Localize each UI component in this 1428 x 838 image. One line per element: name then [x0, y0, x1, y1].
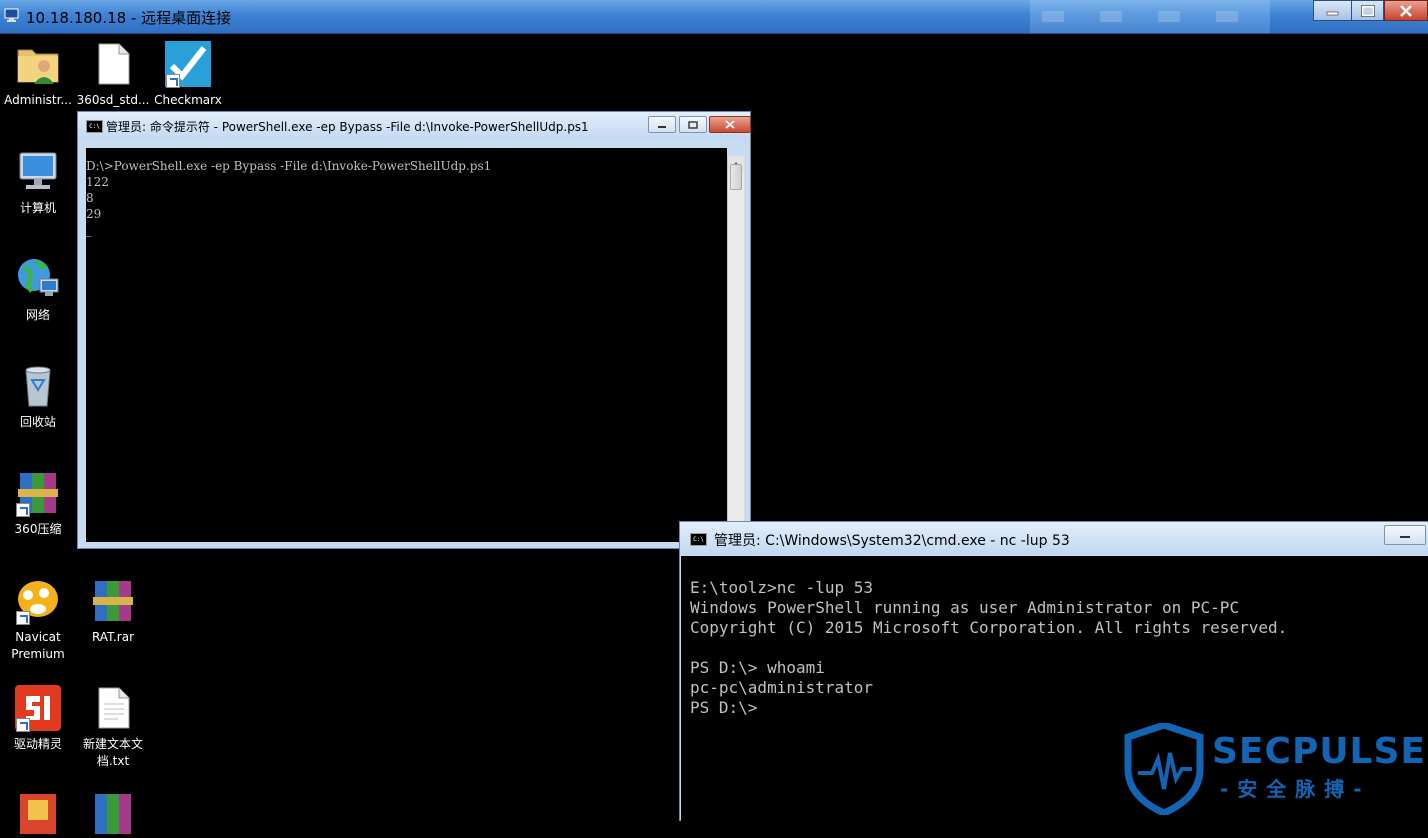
minimize-icon [1400, 536, 1410, 538]
desktop-icon-partial[interactable] [1, 790, 75, 838]
rdp-connection-bar-ghost [1030, 0, 1270, 33]
desktop-icon-label: RAT.rar [91, 630, 135, 644]
rdp-minimize-button[interactable] [1313, 0, 1352, 21]
computer-icon [19, 152, 57, 189]
nc-window-titlebar[interactable]: C:\ 管理员: C:\Windows\System32\cmd.exe - n… [680, 522, 1428, 555]
shortcut-arrow-icon [16, 718, 30, 732]
desktop-icon-recycle-bin[interactable]: 回收站 [1, 362, 75, 431]
recycle-bin-icon [25, 366, 51, 407]
desktop-icon-checkmarx[interactable]: Checkmarx [151, 40, 225, 109]
archive-books-icon [93, 581, 133, 621]
powershell-minimize-button[interactable] [648, 116, 676, 133]
desktop-icon-label: Navicat Premium [11, 630, 65, 661]
powershell-window-title: 管理员: 命令提示符 - PowerShell.exe -ep Bypass -… [106, 120, 589, 134]
desktop-icon-driver-genius[interactable]: 驱动精灵 [1, 684, 75, 753]
scroll-thumb[interactable] [730, 164, 742, 190]
folder-icon [20, 794, 56, 834]
shortcut-arrow-icon [16, 611, 30, 625]
shortcut-arrow-icon [16, 503, 30, 517]
remote-desktop-icon [4, 8, 19, 22]
shortcut-arrow-icon [166, 74, 180, 88]
powershell-console-output-area[interactable]: D:\>PowerShell.exe -ep Bypass -File d:\I… [86, 148, 727, 542]
maximize-icon [688, 120, 698, 129]
console-icon: C:\ [86, 120, 103, 133]
network-globe-icon [18, 259, 59, 296]
shield-logo-icon [1124, 723, 1204, 815]
close-icon [1400, 4, 1412, 17]
desktop-icon-network[interactable]: 网络 [1, 255, 75, 324]
desktop-icon-label: Administr... [4, 93, 72, 107]
nc-minimize-button[interactable] [1384, 525, 1426, 545]
powershell-maximize-button[interactable] [679, 116, 707, 133]
desktop-icon-label: 回收站 [19, 415, 56, 429]
text-file-icon [98, 687, 130, 729]
watermark-brand: SECPULSE [1212, 731, 1427, 772]
console-icon: C:\ [690, 533, 707, 546]
desktop-icon-rat-rar[interactable]: RAT.rar [76, 577, 150, 646]
desktop-icon-label: 新建文本文档.txt [82, 737, 143, 768]
powershell-console-output: D:\>PowerShell.exe -ep Bypass -File d:\I… [86, 159, 492, 237]
desktop-icon-navicat[interactable]: Navicat Premium [1, 577, 75, 663]
desktop-icon-label: 网络 [25, 308, 50, 322]
desktop-icon-label: 360压缩 [14, 522, 62, 536]
watermark-tagline: -安全脉搏- [1220, 777, 1371, 801]
powershell-close-button[interactable] [709, 116, 751, 133]
powershell-window-titlebar[interactable]: C:\ 管理员: 命令提示符 - PowerShell.exe -ep Bypa… [78, 112, 751, 140]
rdp-maximize-button[interactable] [1351, 0, 1384, 21]
maximize-icon [1360, 4, 1375, 17]
desktop-icon-360zip[interactable]: 360压缩 [1, 469, 75, 538]
desktop-icon-new-text-doc[interactable]: 新建文本文档.txt [76, 684, 150, 770]
close-icon [725, 120, 735, 129]
desktop-icon-partial-archive[interactable] [76, 790, 150, 838]
rdp-close-button[interactable] [1384, 0, 1428, 21]
desktop-icon-360sd[interactable]: 360sd_std... [76, 40, 150, 109]
nc-window-title: 管理员: C:\Windows\System32\cmd.exe - nc -l… [714, 533, 1070, 549]
file-icon [98, 43, 130, 85]
rdp-window-title: 10.18.180.18 - 远程桌面连接 [26, 9, 232, 27]
secpulse-watermark: SECPULSE -安全脉搏- [1124, 723, 1428, 815]
desktop-icon-label: 驱动精灵 [13, 737, 62, 751]
desktop-icon-computer[interactable]: 计算机 [1, 148, 75, 217]
minimize-icon [1326, 11, 1338, 15]
user-folder-icon [17, 49, 59, 84]
desktop-icon-label: 360sd_std... [76, 93, 150, 107]
desktop-icon-administrator[interactable]: Administr... [1, 40, 75, 109]
desktop-icon-label: 计算机 [19, 201, 56, 215]
archive-books-icon [95, 794, 131, 834]
powershell-console-window[interactable]: C:\ 管理员: 命令提示符 - PowerShell.exe -ep Bypa… [77, 111, 751, 549]
minimize-icon [658, 125, 666, 128]
powershell-vertical-scrollbar[interactable] [727, 156, 744, 542]
nc-console-output: E:\toolz>nc -lup 53 Windows PowerShell r… [690, 578, 1288, 717]
rdp-title-bar[interactable]: 10.18.180.18 - 远程桌面连接 [0, 0, 1428, 34]
desktop-icon-label: Checkmarx [154, 93, 222, 107]
